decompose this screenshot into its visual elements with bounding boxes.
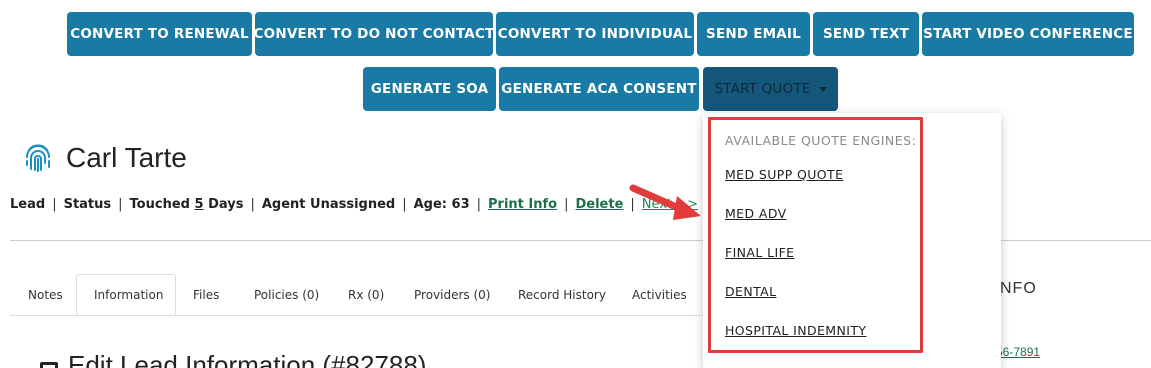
convert-to-do-not-contact-button[interactable]: CONVERT TO DO NOT CONTACT bbox=[254, 12, 494, 56]
highlight-box bbox=[708, 117, 923, 353]
separator: | bbox=[52, 197, 57, 212]
lead-status: Status bbox=[63, 197, 112, 212]
touched-prefix: Touched bbox=[129, 197, 190, 212]
separator: | bbox=[402, 197, 407, 212]
touched-days: 5 bbox=[194, 197, 204, 212]
lead-type: Lead bbox=[10, 197, 46, 212]
tab-notes[interactable]: Notes bbox=[28, 288, 63, 302]
agent-assignment: Agent Unassigned bbox=[261, 197, 396, 212]
lead-meta-bar: Lead | Status | Touched 5 Days | Agent U… bbox=[10, 197, 698, 212]
start-quote-dropdown-button[interactable]: START QUOTE bbox=[703, 67, 838, 111]
tab-providers[interactable]: Providers (0) bbox=[414, 288, 490, 302]
caret-down-icon bbox=[818, 86, 827, 92]
tabs-baseline bbox=[10, 315, 710, 316]
annotation-arrow-icon bbox=[629, 184, 701, 220]
lead-name: Carl Tarte bbox=[66, 142, 187, 173]
side-panel-phone-link[interactable]: 56-7891 bbox=[996, 345, 1040, 359]
send-text-button[interactable]: SEND TEXT bbox=[813, 12, 919, 56]
tab-rx[interactable]: Rx (0) bbox=[348, 288, 384, 302]
separator: | bbox=[476, 197, 482, 212]
tab-files[interactable]: Files bbox=[193, 288, 219, 302]
convert-to-individual-button[interactable]: CONVERT TO INDIVIDUAL bbox=[496, 12, 694, 56]
lead-age: Age: 63 bbox=[413, 197, 470, 212]
tab-record-history[interactable]: Record History bbox=[518, 288, 606, 302]
generate-soa-button[interactable]: GENERATE SOA bbox=[363, 67, 496, 111]
generate-aca-consent-button[interactable]: GENERATE ACA CONSENT bbox=[499, 67, 699, 111]
fingerprint-icon bbox=[26, 144, 50, 172]
start-quote-label: START QUOTE bbox=[714, 81, 811, 97]
send-email-button[interactable]: SEND EMAIL bbox=[697, 12, 810, 56]
section-checkbox-icon bbox=[40, 362, 58, 368]
touched-suffix: Days bbox=[208, 197, 244, 212]
section-title: Edit Lead Information (#82788) bbox=[68, 350, 427, 368]
separator: | bbox=[250, 197, 255, 212]
tab-information[interactable]: Information bbox=[94, 288, 163, 302]
start-video-conference-button[interactable]: START VIDEO CONFERENCE bbox=[922, 12, 1134, 56]
separator: | bbox=[564, 197, 569, 212]
tab-activities[interactable]: Activities bbox=[632, 288, 687, 302]
side-panel-title: NFO bbox=[1000, 280, 1037, 297]
separator: | bbox=[118, 197, 123, 212]
print-info-link[interactable]: Print Info bbox=[488, 197, 557, 212]
tab-policies[interactable]: Policies (0) bbox=[254, 288, 319, 302]
delete-link[interactable]: Delete bbox=[575, 197, 623, 212]
convert-to-renewal-button[interactable]: CONVERT TO RENEWAL bbox=[67, 12, 252, 56]
